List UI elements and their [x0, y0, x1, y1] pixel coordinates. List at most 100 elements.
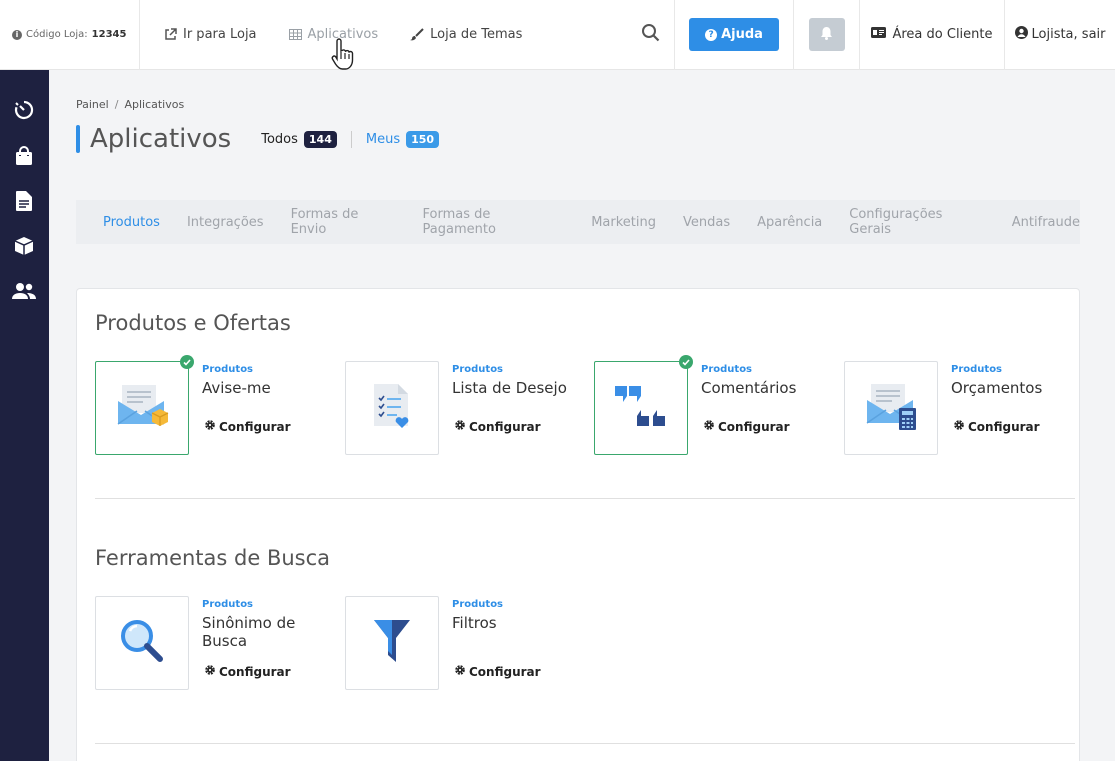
- page-title: Aplicativos: [90, 124, 232, 154]
- app-card: Produtos Comentários Configurar: [594, 355, 834, 456]
- app-category: Produtos: [452, 364, 504, 375]
- section-title: Produtos e Ofertas: [95, 311, 291, 335]
- notifications-cell: [794, 0, 860, 70]
- category-tab-produtos[interactable]: Produtos: [103, 215, 160, 230]
- app-name: Orçamentos: [951, 379, 1043, 397]
- category-tab-formas-de-envio[interactable]: Formas de Envio: [291, 207, 396, 237]
- category-tabs: Produtos Integrações Formas de Envio For…: [76, 200, 1080, 244]
- app-thumbnail[interactable]: [345, 596, 439, 690]
- configure-label: Configurar: [469, 664, 541, 679]
- main-content: Painel / Aplicativos Aplicativos Todos 1…: [49, 70, 1115, 761]
- id-card-icon: [871, 27, 887, 42]
- gear-icon: [454, 419, 466, 434]
- breadcrumb-separator: /: [114, 98, 119, 111]
- title-accent: [76, 125, 80, 153]
- configure-label: Configurar: [219, 664, 291, 679]
- bell-icon: [820, 25, 833, 44]
- configure-button[interactable]: Configurar: [454, 664, 541, 679]
- section-divider: [95, 743, 1075, 744]
- category-tab-configuracoes-gerais[interactable]: Configurações Gerais: [849, 207, 985, 237]
- app-name: Sinônimo de Busca: [202, 614, 296, 650]
- client-area-label: Área do Cliente: [892, 27, 993, 42]
- app-card: Produtos Sinônimo de Busca Configurar: [95, 596, 335, 691]
- document-icon[interactable]: [12, 189, 36, 213]
- app-category: Produtos: [202, 364, 254, 375]
- top-nav: Ir para Loja Aplicativos Loja de Temas: [140, 0, 627, 70]
- envelope-calculator-icon: [863, 380, 919, 436]
- go-to-store-link[interactable]: Ir para Loja: [164, 27, 257, 42]
- category-tab-integracoes[interactable]: Integrações: [187, 215, 264, 230]
- app-thumbnail[interactable]: [594, 355, 693, 455]
- mouse-pointer-icon: [330, 38, 354, 76]
- store-code-label: Código Loja:: [26, 29, 88, 40]
- configure-label: Configurar: [968, 419, 1040, 434]
- category-tab-aparencia[interactable]: Aparência: [757, 215, 822, 230]
- theme-store-label: Loja de Temas: [430, 27, 523, 42]
- configure-button[interactable]: Configurar: [204, 664, 291, 679]
- category-tab-formas-de-pagamento[interactable]: Formas de Pagamento: [423, 207, 565, 237]
- app-name: Avise-me: [202, 379, 271, 397]
- app-card: Produtos Filtros Configurar: [345, 596, 585, 691]
- info-icon: i: [12, 29, 22, 40]
- app-card: Produtos Orçamentos Configurar: [844, 361, 1084, 456]
- configure-button[interactable]: Configurar: [703, 419, 790, 434]
- configure-label: Configurar: [219, 419, 291, 434]
- tab-all[interactable]: Todos 144: [261, 130, 352, 148]
- app-name: Filtros: [452, 614, 497, 632]
- category-tab-antifraude[interactable]: Antifraude: [1012, 215, 1080, 230]
- magnifier-icon: [119, 618, 165, 668]
- logout-link[interactable]: Lojista, sair: [1005, 0, 1115, 70]
- shopping-bag-icon[interactable]: [12, 144, 36, 168]
- tab-mine[interactable]: Meus 150: [352, 130, 440, 148]
- help-button[interactable]: ? Ajuda: [689, 18, 779, 51]
- gear-icon: [204, 664, 216, 679]
- store-code: i Código Loja: 12345: [0, 0, 140, 70]
- tab-mine-label: Meus: [365, 131, 401, 147]
- tab-mine-count: 150: [406, 130, 440, 148]
- breadcrumb-home[interactable]: Painel: [76, 98, 109, 111]
- external-link-icon: [164, 28, 177, 41]
- category-tab-vendas[interactable]: Vendas: [683, 215, 730, 230]
- app-card: Produtos Avise-me Configurar: [95, 355, 335, 456]
- wishlist-icon: [372, 382, 412, 434]
- app-thumbnail[interactable]: [844, 361, 938, 455]
- gear-icon: [703, 419, 715, 434]
- app-category: Produtos: [951, 364, 1003, 375]
- app-thumbnail[interactable]: [95, 596, 189, 690]
- envelope-package-icon: [114, 381, 170, 435]
- grid-icon: [288, 29, 302, 40]
- app-thumbnail[interactable]: [345, 361, 439, 455]
- app-name: Lista de Desejo: [452, 379, 567, 397]
- help-label: Ajuda: [721, 27, 763, 42]
- section-title: Ferramentas de Busca: [95, 546, 331, 570]
- app-category: Produtos: [202, 599, 254, 610]
- installed-check-icon: [180, 355, 194, 369]
- app-name: Comentários: [701, 379, 797, 397]
- funnel-icon: [372, 618, 412, 668]
- configure-button[interactable]: Configurar: [204, 419, 291, 434]
- top-bar: i Código Loja: 12345 Ir para Loja Aplica…: [0, 0, 1115, 70]
- title-row: Aplicativos Todos 144 Meus 150: [76, 124, 440, 154]
- stopwatch-icon[interactable]: [12, 98, 36, 122]
- section-divider: [95, 498, 1075, 499]
- app-thumbnail[interactable]: [95, 355, 194, 455]
- category-tab-marketing[interactable]: Marketing: [591, 215, 656, 230]
- brush-icon: [410, 28, 424, 41]
- store-code-value: 12345: [91, 29, 127, 40]
- configure-button[interactable]: Configurar: [454, 419, 541, 434]
- tab-all-label: Todos: [261, 131, 298, 147]
- search-button[interactable]: [627, 0, 675, 70]
- gear-icon: [454, 664, 466, 679]
- notifications-button[interactable]: [808, 18, 845, 51]
- users-icon[interactable]: [12, 279, 36, 303]
- question-icon: ?: [705, 28, 718, 41]
- breadcrumb: Painel / Aplicativos: [76, 98, 184, 111]
- theme-store-link[interactable]: Loja de Temas: [410, 27, 522, 42]
- box-icon[interactable]: [12, 234, 36, 258]
- gear-icon: [204, 419, 216, 434]
- client-area-link[interactable]: Área do Cliente: [860, 0, 1005, 70]
- configure-label: Configurar: [718, 419, 790, 434]
- user-icon: [1014, 26, 1028, 43]
- tab-all-count: 144: [303, 130, 337, 148]
- configure-button[interactable]: Configurar: [953, 419, 1040, 434]
